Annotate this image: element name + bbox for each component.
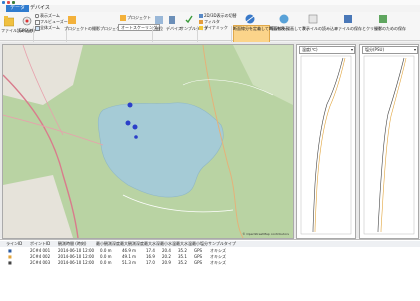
app-icon: [2, 1, 5, 4]
map-marker[interactable]: [127, 102, 133, 108]
salinity-dropdown[interactable]: 塩分(PSU) ▾: [362, 46, 418, 54]
filter-icon: [199, 20, 203, 24]
temperature-dropdown-label: 温度(℃): [302, 47, 318, 52]
file-load-button[interactable]: ファイルの読み込み: [302, 26, 338, 31]
menu-bar: データ デバイス: [0, 5, 420, 12]
gps-icon[interactable]: [22, 15, 32, 27]
row-cell: 51.3 m: [122, 260, 137, 265]
star-icon: [199, 26, 203, 30]
check-icon[interactable]: [185, 15, 193, 24]
row-cell: 20.9: [162, 260, 171, 265]
unit-button[interactable]: 単位: [155, 26, 163, 31]
column-header: サンプルタイプ: [208, 241, 236, 246]
column-header: 最大観測深度: [120, 241, 144, 246]
column-header: ポイントID: [30, 241, 51, 246]
map-marker[interactable]: [132, 124, 138, 130]
ribbon-toolbar: ファイル読み込み GPS出力 表示ズーム フルビューズーム 全体ズーム プロジェ…: [0, 12, 420, 50]
graph-save-icon[interactable]: [378, 14, 388, 24]
row-cell: 2C#4 003: [30, 260, 51, 265]
folder-open-icon[interactable]: [4, 15, 14, 27]
grid-icon: [199, 14, 203, 18]
contour-icon[interactable]: [279, 14, 289, 24]
chevron-down-icon: ▾: [350, 47, 353, 52]
data-table: ラインID ポイントID 観測時間 (時刻) 最小観測深度 最大観測深度 最大水…: [0, 239, 420, 301]
display-profile-button[interactable]: 2D/3D表示の切替: [204, 13, 237, 18]
graph-save-button[interactable]: 撮影のための保存: [374, 26, 406, 31]
temperature-profile-panel[interactable]: 温度(℃) ▾: [296, 44, 356, 239]
column-header: ラインID: [6, 241, 23, 246]
row-cell: 0.0 m: [100, 260, 112, 265]
undo-icon[interactable]: [12, 1, 15, 4]
column-header: 最大水深: [144, 241, 160, 246]
salinity-dropdown-label: 塩分(PSU): [365, 47, 384, 52]
temperature-dropdown[interactable]: 温度(℃) ▾: [299, 46, 355, 54]
project-icon[interactable]: [68, 16, 76, 24]
column-header: 観測時間 (時刻): [58, 241, 87, 246]
salinity-chart: [363, 55, 415, 235]
zoom-in-button[interactable]: 表示ズーム: [40, 13, 60, 18]
row-color-swatch: ■: [8, 260, 12, 265]
chevron-down-icon: ▾: [413, 47, 416, 52]
table-header-row: ラインID ポイントID 観測時間 (時刻) 最小観測深度 最大観測深度 最大水…: [0, 241, 420, 247]
filter-button[interactable]: フィルタ: [204, 19, 220, 24]
row-cell: 35.2: [178, 260, 187, 265]
project-button[interactable]: プロジェクト: [127, 15, 151, 20]
row-cell: GPS: [194, 260, 203, 265]
unit-icon[interactable]: [155, 16, 163, 24]
autoscale-select[interactable]: オートスケーリング: [118, 24, 160, 31]
column-header: 最大水温: [176, 241, 192, 246]
zoom-full-button[interactable]: フルビューズーム: [40, 19, 72, 24]
map-attribution: © OpenStreetMap contributors: [242, 232, 289, 236]
salinity-profile-panel[interactable]: 塩分(PSU) ▾: [359, 44, 419, 239]
zoom-all-button[interactable]: 全体ズーム: [40, 25, 60, 30]
map-canvas[interactable]: [3, 45, 293, 238]
column-header: 最小水温: [160, 241, 176, 246]
map-view[interactable]: © OpenStreetMap contributors: [2, 44, 294, 239]
map-marker[interactable]: [125, 120, 131, 126]
file-save-icon[interactable]: [343, 14, 353, 24]
project-btn-icon[interactable]: [120, 15, 126, 21]
row-cell: 2014-06-10 12:00: [58, 260, 95, 265]
temperature-chart: [300, 55, 352, 235]
column-header: 最小観測深度: [96, 241, 120, 246]
device-icon[interactable]: [168, 16, 176, 24]
column-header: 最小塩分: [192, 241, 208, 246]
row-cell: オキシズ: [210, 260, 226, 265]
menu-device[interactable]: デバイス: [26, 5, 54, 12]
row-cell: 17.0: [146, 260, 155, 265]
map-marker[interactable]: [134, 135, 138, 139]
line-profile-icon[interactable]: [245, 14, 255, 24]
save-icon[interactable]: [7, 1, 10, 4]
file-load-icon[interactable]: [308, 14, 318, 24]
dynamic-button[interactable]: ダイナミック: [204, 25, 228, 30]
